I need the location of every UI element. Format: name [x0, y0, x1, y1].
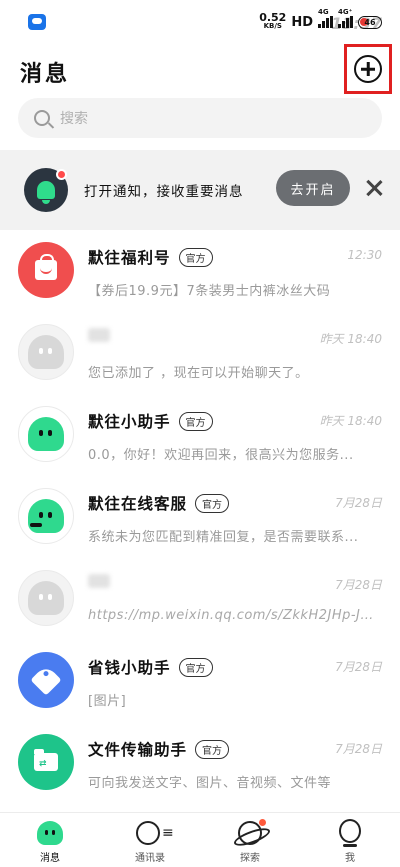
conversation-name: 默往在线客服: [88, 495, 188, 513]
hd-indicator: HD: [291, 14, 313, 30]
search-icon: [34, 110, 50, 126]
conversation-time: 7月28日: [335, 742, 382, 756]
nav-label: 我: [345, 853, 355, 864]
conversation-list: 默往福利号 官方 12:30 【券后19.9元】7条装男士内裤冰丝大码 昨天 1…: [0, 234, 400, 808]
official-badge: 官方: [178, 247, 213, 267]
conversation-name: 省钱小助手: [88, 659, 171, 677]
signal-icon-2: 4G⁺: [338, 8, 353, 28]
conversation-name: 默往福利号: [88, 249, 171, 267]
nav-explore[interactable]: 探索: [200, 813, 300, 867]
headset-icon: [30, 523, 42, 527]
assistant-avatar-icon: [28, 417, 64, 451]
status-bar: 13:37 0.52 KB/S HD 4G 4G⁺ 46: [0, 0, 400, 44]
conversation-preview: 0.0，你好！欢迎再回来，很高兴为您服务...: [88, 448, 354, 463]
notification-banner: 打开通知，接收重要消息 去开启: [0, 150, 400, 230]
add-button[interactable]: [344, 44, 392, 94]
nav-label: 通讯录: [135, 853, 165, 864]
conversation-item[interactable]: 省钱小助手 官方 7月28日 [图片]: [0, 644, 400, 726]
official-badge: 官方: [178, 657, 213, 677]
avatar: [18, 324, 74, 380]
conversation-time: 7月28日: [335, 660, 382, 674]
official-badge: 官方: [195, 493, 230, 513]
avatar: [18, 488, 74, 544]
conversation-item[interactable]: 7月28日 https://mp.weixin.qq.com/s/ZkkH2JH…: [0, 562, 400, 644]
conversation-name: [88, 328, 110, 342]
nav-messages[interactable]: 消息: [0, 813, 100, 867]
nav-label: 消息: [40, 853, 60, 864]
explore-icon: [236, 819, 266, 847]
official-badge: 官方: [178, 411, 213, 431]
conversation-time: 昨天 18:40: [319, 332, 382, 346]
network-speed-value: 0.52: [259, 11, 287, 24]
conversation-time: 7月28日: [335, 578, 382, 592]
nav-label: 探索: [240, 853, 260, 864]
conversation-time: 7月28日: [335, 496, 382, 510]
conversation-name: 默往小助手: [88, 413, 171, 431]
bell-icon: [24, 168, 68, 212]
me-icon: [336, 819, 364, 847]
conversation-preview: 【券后19.9元】7条装男士内裤冰丝大码: [88, 284, 331, 299]
notice-text: 打开通知，接收重要消息: [84, 184, 244, 200]
conversation-preview: [图片]: [88, 694, 127, 709]
folder-transfer-icon: ⇄: [34, 749, 58, 771]
conversation-item[interactable]: 默往小助手 官方 昨天 18:40 0.0，你好！欢迎再回来，很高兴为您服务..…: [0, 398, 400, 480]
battery-icon: 46: [358, 15, 382, 29]
conversation-item[interactable]: 默往在线客服 官方 7月28日 系统未为您匹配到精准回复，是否需要联系...: [0, 480, 400, 562]
conversation-item[interactable]: 默往福利号 官方 12:30 【券后19.9元】7条装男士内裤冰丝大码: [0, 234, 400, 316]
conversation-preview: https://mp.weixin.qq.com/s/ZkkH2JHp-J8sf: [88, 608, 380, 623]
avatar: [18, 242, 74, 298]
message-icon: [36, 819, 64, 847]
signal-icon: 4G: [318, 8, 333, 28]
official-badge: 官方: [195, 739, 230, 759]
close-icon[interactable]: [366, 180, 382, 196]
network-speed: 0.52 KB/S: [259, 11, 287, 31]
nav-contacts[interactable]: 通讯录: [100, 813, 200, 867]
conversation-time: 昨天 18:40: [319, 414, 382, 428]
red-dot-badge: [56, 169, 67, 180]
bottom-nav: 消息 通讯录 探索 我: [0, 812, 400, 867]
app-notification-icon: [28, 14, 46, 30]
default-avatar-icon: [28, 581, 64, 615]
avatar: [18, 570, 74, 626]
search-input[interactable]: 搜索: [18, 98, 382, 138]
conversation-preview: 可向我发送文字、图片、音视频、文件等: [88, 776, 332, 791]
conversation-item[interactable]: ⇄ 文件传输助手 官方 7月28日 可向我发送文字、图片、音视频、文件等: [0, 726, 400, 808]
tag-icon: [30, 664, 62, 696]
plus-circle-icon: [354, 55, 382, 83]
conversation-preview: 系统未为您匹配到精准回复，是否需要联系...: [88, 530, 359, 545]
conversation-item[interactable]: 昨天 18:40 您已添加了 ，现在可以开始聊天了。: [0, 316, 400, 398]
avatar: [18, 406, 74, 462]
default-avatar-icon: [28, 335, 64, 369]
status-indicators: 0.52 KB/S HD 4G 4G⁺ 46: [259, 8, 382, 31]
avatar: [18, 652, 74, 708]
conversation-name: 文件传输助手: [88, 741, 188, 759]
network-type-1: 4G: [318, 8, 329, 16]
enable-notifications-button[interactable]: 去开启: [276, 170, 350, 206]
battery-level: 46: [364, 17, 376, 27]
nav-me[interactable]: 我: [300, 813, 400, 867]
network-speed-unit: KB/S: [263, 22, 282, 30]
avatar: ⇄: [18, 734, 74, 790]
support-avatar-icon: [28, 499, 64, 533]
conversation-preview: 您已添加了 ，现在可以开始聊天了。: [88, 366, 309, 381]
network-type-2: 4G⁺: [338, 8, 353, 16]
conversation-name: [88, 574, 110, 588]
contacts-icon: [136, 819, 174, 847]
page-title: 消息: [20, 62, 71, 87]
conversation-time: 12:30: [347, 248, 382, 262]
search-placeholder: 搜索: [60, 111, 88, 127]
shopping-bag-icon: [35, 254, 57, 280]
header: 消息: [0, 44, 400, 96]
